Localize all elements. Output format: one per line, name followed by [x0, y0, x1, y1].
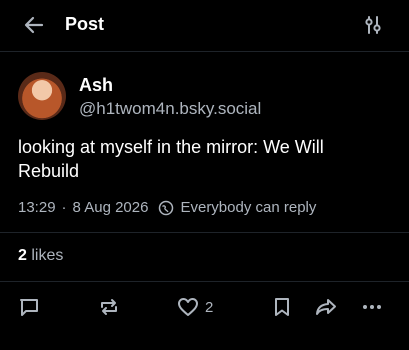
reply-button[interactable]	[18, 296, 40, 318]
sliders-icon[interactable]	[362, 14, 384, 36]
reply-icon	[20, 299, 38, 316]
page-title: Post	[65, 14, 105, 34]
post-meta: 13:29 · 8 Aug 2026 Everybody can reply	[18, 199, 316, 216]
post-header: Post	[0, 0, 409, 52]
bookmark-icon	[275, 298, 289, 316]
author-display-name[interactable]: Ash	[79, 75, 113, 96]
divider	[0, 281, 409, 282]
reply-setting[interactable]: Everybody can reply	[158, 199, 316, 216]
share-arrow-icon	[316, 299, 336, 315]
avatar[interactable]	[18, 72, 66, 120]
likes-summary[interactable]: 2 likes	[18, 247, 63, 265]
more-options-button[interactable]	[361, 296, 383, 318]
meta-separator: ·	[61, 199, 67, 216]
globe-icon	[159, 200, 174, 215]
repost-button[interactable]	[97, 296, 121, 318]
post-time: 13:29	[18, 199, 56, 216]
share-button[interactable]	[314, 296, 338, 318]
heart-icon	[178, 298, 198, 316]
author-handle[interactable]: @h1twom4n.bsky.social	[79, 99, 261, 119]
post-actions: 2	[0, 296, 409, 322]
bookmark-button[interactable]	[272, 296, 292, 318]
divider	[0, 232, 409, 233]
likes-count: 2	[18, 247, 27, 264]
post-date: 8 Aug 2026	[72, 199, 149, 216]
like-count: 2	[205, 298, 214, 316]
likes-label: likes	[31, 247, 64, 264]
repost-icon	[101, 299, 117, 315]
like-button[interactable]: 2	[177, 296, 213, 318]
back-arrow-icon[interactable]	[22, 13, 46, 37]
more-dots-icon	[363, 305, 381, 309]
reply-setting-label: Everybody can reply	[180, 199, 317, 216]
post-text: looking at myself in the mirror: We Will…	[18, 137, 324, 181]
